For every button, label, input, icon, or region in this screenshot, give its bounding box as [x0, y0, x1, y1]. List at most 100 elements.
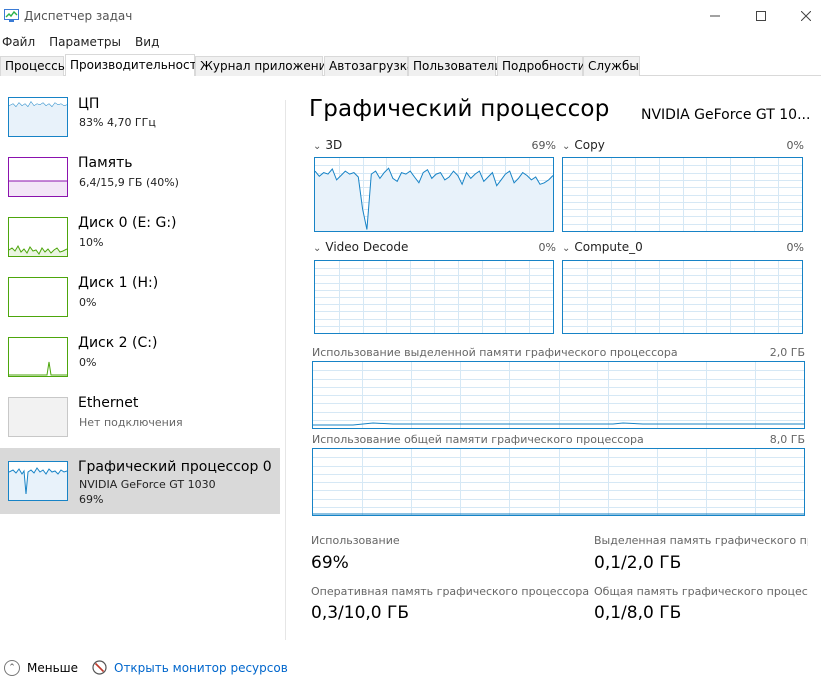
- resource-monitor-icon: [92, 660, 107, 675]
- shared-stat-label: Общая память графического процессора: [594, 585, 808, 598]
- engine-compute-graph: [562, 260, 803, 334]
- engine-video-decode-graph: [314, 260, 554, 334]
- tab-app-history[interactable]: Журнал приложений: [195, 56, 334, 76]
- close-icon: [801, 11, 811, 21]
- sidebar-item-ethernet[interactable]: Ethernet Нет подключения: [0, 376, 280, 437]
- tab-bar: Процессы Производительность Журнал прило…: [0, 54, 821, 77]
- engine-compute-selector[interactable]: ⌄ Compute_0: [562, 240, 643, 254]
- sidebar-divider: [285, 100, 286, 640]
- sidebar-item-disk2[interactable]: Диск 2 (C:) 0%: [0, 316, 280, 377]
- shared-mem-max: 8,0 ГБ: [769, 433, 805, 446]
- engine-compute-label: Compute_0: [574, 240, 643, 254]
- shared-mem-label: Использование общей памяти графического …: [312, 433, 644, 446]
- disk0-thumbnail-graph: [9, 244, 67, 256]
- chevron-up-icon: ⌃: [4, 660, 20, 676]
- engine-compute-pct: 0%: [786, 241, 804, 254]
- menu-file[interactable]: Файл: [0, 32, 41, 52]
- tab-processes[interactable]: Процессы: [0, 56, 67, 76]
- engine-3d-selector[interactable]: ⌄ 3D: [313, 138, 342, 152]
- page-title: Графический процессор: [309, 96, 610, 122]
- engine-video-decode-pct: 0%: [538, 241, 556, 254]
- disk1-thumbnail: [8, 277, 68, 317]
- task-manager-icon: [4, 9, 19, 22]
- sidebar-item-title: Ethernet: [78, 395, 139, 411]
- sidebar-item-memory[interactable]: Память 6,4/15,9 ГБ (40%): [0, 136, 280, 197]
- chevron-down-icon: ⌄: [562, 141, 571, 152]
- shared-mem-graph: [312, 448, 805, 516]
- minimize-button[interactable]: [692, 0, 738, 32]
- resource-sidebar: ЦП 83% 4,70 ГГц Память 6,4/15,9 ГБ (40%)…: [0, 76, 281, 656]
- minimize-icon: [710, 15, 720, 17]
- dedicated-mem-graph: [312, 361, 805, 429]
- chevron-down-icon: ⌄: [313, 141, 322, 152]
- usage-label: Использование: [311, 534, 400, 547]
- engine-copy-selector[interactable]: ⌄ Copy: [562, 138, 605, 152]
- gpu-mem-label: Оперативная память графического процессо…: [311, 585, 590, 598]
- tab-details[interactable]: Подробности: [497, 56, 586, 76]
- disk2-thumbnail-graph: [9, 361, 67, 376]
- maximize-button[interactable]: [738, 0, 784, 32]
- fewer-details-label: Меньше: [27, 661, 79, 675]
- engine-copy-pct: 0%: [786, 139, 804, 152]
- usage-value: 69%: [311, 553, 349, 573]
- sidebar-item-title: Диск 2 (C:): [78, 335, 158, 351]
- chevron-down-icon: ⌄: [313, 243, 322, 254]
- engine-video-decode-label: Video Decode: [325, 240, 409, 254]
- gpu0-thumbnail: [8, 461, 68, 501]
- disk0-thumbnail: [8, 217, 68, 257]
- resource-monitor-label: Открыть монитор ресурсов: [114, 660, 288, 675]
- sidebar-item-sub: Нет подключения: [79, 416, 183, 429]
- close-button[interactable]: [783, 0, 821, 32]
- memory-thumbnail-graph: [9, 180, 67, 196]
- sidebar-item-sub: 0%: [79, 296, 97, 309]
- engine-3d-label: 3D: [325, 138, 343, 152]
- gpu-mem-value: 0,3/10,0 ГБ: [311, 603, 410, 623]
- engine-3d-pct: 69%: [531, 139, 556, 152]
- gpu0-thumbnail-graph: [9, 467, 67, 500]
- dedicated-stat-label: Выделенная память графического процессор…: [594, 534, 808, 547]
- menu-options[interactable]: Параметры: [41, 32, 127, 52]
- shared-mem-chart: [313, 513, 804, 515]
- engine-copy-label: Copy: [574, 138, 605, 152]
- dedicated-mem-max: 2,0 ГБ: [769, 346, 805, 359]
- sidebar-item-title: Память: [78, 155, 133, 171]
- window-title: Диспетчер задач: [24, 9, 133, 23]
- sidebar-item-sub2: 69%: [79, 493, 104, 506]
- engine-3d-chart: [315, 158, 553, 231]
- resource-monitor-link[interactable]: Открыть монитор ресурсов: [92, 660, 288, 675]
- graph-grid: [315, 261, 553, 333]
- cpu-thumbnail: [8, 97, 68, 137]
- fewer-details-button[interactable]: ⌃ Меньше: [4, 660, 78, 676]
- sidebar-item-sub: 0%: [79, 356, 97, 369]
- maximize-icon: [756, 11, 766, 21]
- sidebar-item-sub: 6,4/15,9 ГБ (40%): [79, 176, 179, 189]
- tab-startup[interactable]: Автозагрузка: [324, 56, 414, 76]
- engine-3d-graph: [314, 157, 554, 232]
- sidebar-item-gpu0[interactable]: Графический процессор 0 NVIDIA GeForce G…: [0, 448, 280, 514]
- sidebar-item-title: Диск 1 (H:): [78, 275, 159, 291]
- sidebar-item-disk1[interactable]: Диск 1 (H:) 0%: [0, 256, 280, 317]
- sidebar-item-sub: 10%: [79, 236, 104, 249]
- title-bar: Диспетчер задач: [0, 0, 821, 32]
- ethernet-thumbnail: [8, 397, 68, 437]
- engine-video-decode-selector[interactable]: ⌄ Video Decode: [313, 240, 408, 254]
- sidebar-item-disk0[interactable]: Диск 0 (E: G:) 10%: [0, 196, 280, 257]
- graph-grid: [563, 261, 802, 333]
- cpu-thumbnail-graph: [9, 101, 67, 136]
- engine-copy-graph: [562, 157, 803, 232]
- graph-grid: [563, 158, 802, 231]
- menu-view[interactable]: Вид: [127, 32, 165, 52]
- shared-stat-value: 0,1/8,0 ГБ: [594, 603, 682, 623]
- dedicated-stat-value: 0,1/2,0 ГБ: [594, 553, 682, 573]
- sidebar-item-title: Диск 0 (E: G:): [78, 215, 177, 231]
- sidebar-item-cpu[interactable]: ЦП 83% 4,70 ГГц: [0, 76, 280, 137]
- dedicated-mem-label: Использование выделенной памяти графичес…: [312, 346, 678, 359]
- tab-performance[interactable]: Производительность: [65, 54, 204, 77]
- menu-bar: Файл Параметры Вид: [0, 32, 165, 52]
- disk2-thumbnail: [8, 337, 68, 377]
- tab-services[interactable]: Службы: [583, 56, 640, 76]
- sidebar-item-sub: 83% 4,70 ГГц: [79, 116, 156, 129]
- memory-thumbnail: [8, 157, 68, 197]
- chevron-down-icon: ⌄: [562, 243, 571, 254]
- tab-users[interactable]: Пользователи: [408, 56, 502, 76]
